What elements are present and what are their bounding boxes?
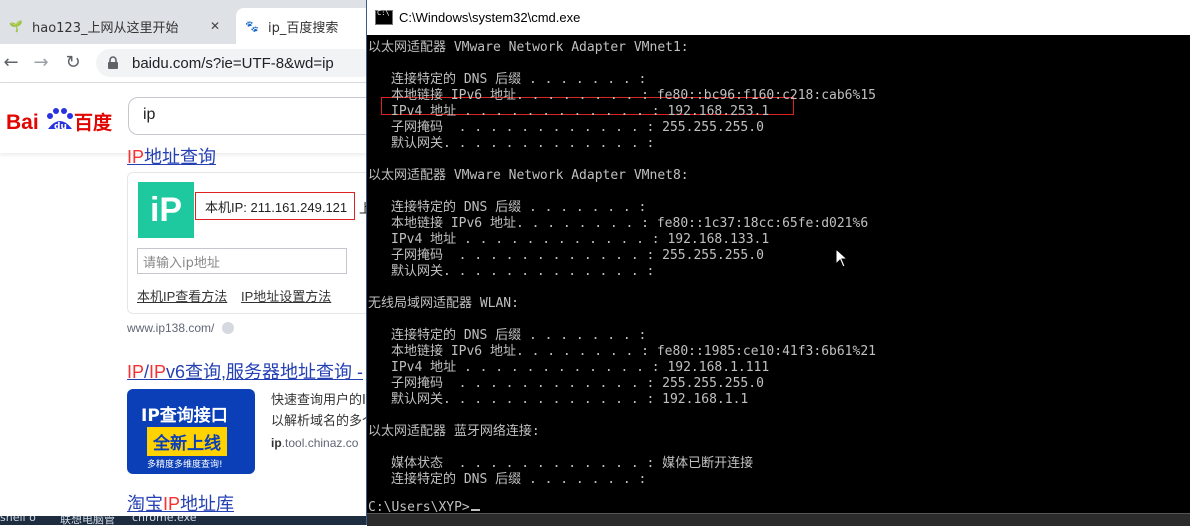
forward-icon[interactable]: → [30,52,52,74]
console-line: 本地链接 IPv6 地址. . . . . . . . : fe80::1c37… [391,216,869,231]
svg-text:du: du [54,122,67,132]
tab-label: hao123_上网从这里开始 [32,20,179,36]
browser-toolbar: ← → ↻ baidu.com/s?ie=UTF-8&wd=ip [0,44,366,83]
tab-baidu[interactable]: 🐾 ip_百度搜索 [236,8,366,44]
console-line: 子网掩码 . . . . . . . . . . . . : 255.255.2… [391,376,764,391]
tab-strip: 🌱 hao123_上网从这里开始 ✕ 🐾 ip_百度搜索 [0,0,366,44]
address-bar[interactable]: baidu.com/s?ie=UTF-8&wd=ip [96,49,366,77]
lock-icon [108,56,118,69]
console-line: IPv4 地址 . . . . . . . . . . . . : 192.16… [391,232,770,247]
console-line: 本地链接 IPv6 地址. . . . . . . . : fe80::bc96… [391,88,876,103]
search-input[interactable]: ip [128,97,366,135]
paw-icon: 🐾 [245,19,259,33]
console-line: 子网掩码 . . . . . . . . . . . . : 255.255.2… [391,248,764,263]
console-line: 连接特定的 DNS 后缀 . . . . . . . : [391,72,647,87]
local-ip-howto-link[interactable]: 本机IP查看方法 [137,286,227,305]
close-icon[interactable]: ✕ [210,19,220,33]
ip-lookup-card: iP 本机IP: 211.161.249.121 上 请输入ip地址 本机IP查… [127,172,366,314]
result-snippet: 快速查询用户的I [271,393,366,408]
browser-window: 🌱 hao123_上网从这里开始 ✕ 🐾 ip_百度搜索 ← → ↻ baidu… [0,0,366,525]
baidu-logo[interactable]: Bai du 百度 [6,99,112,139]
ip-api-ad-image[interactable]: IP查询接口 全新上线 多精度多维度查询! [127,389,255,474]
console-line: 以太网适配器 VMware Network Adapter VMnet8: [368,168,689,183]
ip-setup-howto-link[interactable]: IP地址设置方法 [241,286,331,305]
chevron-down-icon[interactable] [222,322,235,334]
tab-hao123[interactable]: 🌱 hao123_上网从这里开始 ✕ [0,8,232,44]
mouse-pointer-icon [835,248,849,268]
taskbar: shell o 联想电脑管 chrome.exe [0,516,366,525]
console-line: C:\Users\XYP> [368,500,470,513]
console-output[interactable]: 以太网适配器 VMware Network Adapter VMnet1: 连接特… [367,35,1190,513]
console-line: 本地链接 IPv6 地址. . . . . . . . : fe80::1985… [391,344,876,359]
console-line: 连接特定的 DNS 后缀 . . . . . . . : [391,200,647,215]
console-line: IPv4 地址 . . . . . . . . . . . . : 192.16… [391,360,770,375]
result-title-taobao-ip[interactable]: 淘宝IP地址库 [127,490,234,516]
console-line: 无线局域网适配器 WLAN: [368,296,519,311]
console-line: 连接特定的 DNS 后缀 . . . . . . . : [391,472,647,487]
taskbar-item[interactable]: shell o [0,516,36,524]
ip-logo: iP [138,182,194,238]
taskbar-item[interactable]: 联想电脑管 [60,516,115,525]
search-query: ip [143,106,156,123]
hao-icon: 🌱 [9,19,23,33]
tab-label: ip_百度搜索 [268,20,339,36]
cmd-window[interactable]: C:\Windows\system32\cmd.exe 以太网适配器 VMwar… [366,0,1190,526]
taskbar [367,513,1190,526]
local-ip-label: 本机IP: 211.161.249.121 [195,192,355,220]
console-line: 以太网适配器 蓝牙网络连接: [368,424,540,439]
ip-query-input[interactable]: 请输入ip地址 [137,248,347,274]
cmd-titlebar[interactable]: C:\Windows\system32\cmd.exe [367,0,1190,35]
back-icon[interactable]: ← [0,52,22,74]
local-ip-suffix: 上 [359,202,366,217]
result-title-ip138[interactable]: IP地址查询 [127,143,216,169]
result-title-chinaz[interactable]: IP/IPv6查询,服务器地址查询 - [127,358,363,384]
reload-icon[interactable]: ↻ [62,52,84,74]
svg-text:百度: 百度 [74,111,112,134]
result-snippet: 以解析域名的多个 [271,414,366,429]
console-line: 子网掩码 . . . . . . . . . . . . : 255.255.2… [391,120,764,135]
console-line: 以太网适配器 VMware Network Adapter VMnet1: [368,40,689,55]
taskbar-item[interactable]: chrome.exe [132,516,197,524]
url-text: baidu.com/s?ie=UTF-8&wd=ip [132,54,334,72]
console-line: 默认网关. . . . . . . . . . . . . : [391,264,655,279]
result-source[interactable]: ip.tool.chinaz.co [271,436,358,450]
console-icon [375,9,393,25]
text-cursor [471,509,480,511]
console-line: 连接特定的 DNS 后缀 . . . . . . . : [391,328,647,343]
window-title: C:\Windows\system32\cmd.exe [399,10,581,25]
console-line: 默认网关. . . . . . . . . . . . . : [391,136,655,151]
console-line: 媒体状态 . . . . . . . . . . . . : 媒体已断开连接 [391,456,754,471]
console-line: IPv4 地址 . . . . . . . . . . . . : 192.16… [391,104,770,119]
console-line: 默认网关. . . . . . . . . . . . . : 192.168.… [391,392,749,407]
svg-text:Bai: Bai [6,111,39,134]
result-source[interactable]: www.ip138.com/ [127,321,235,335]
